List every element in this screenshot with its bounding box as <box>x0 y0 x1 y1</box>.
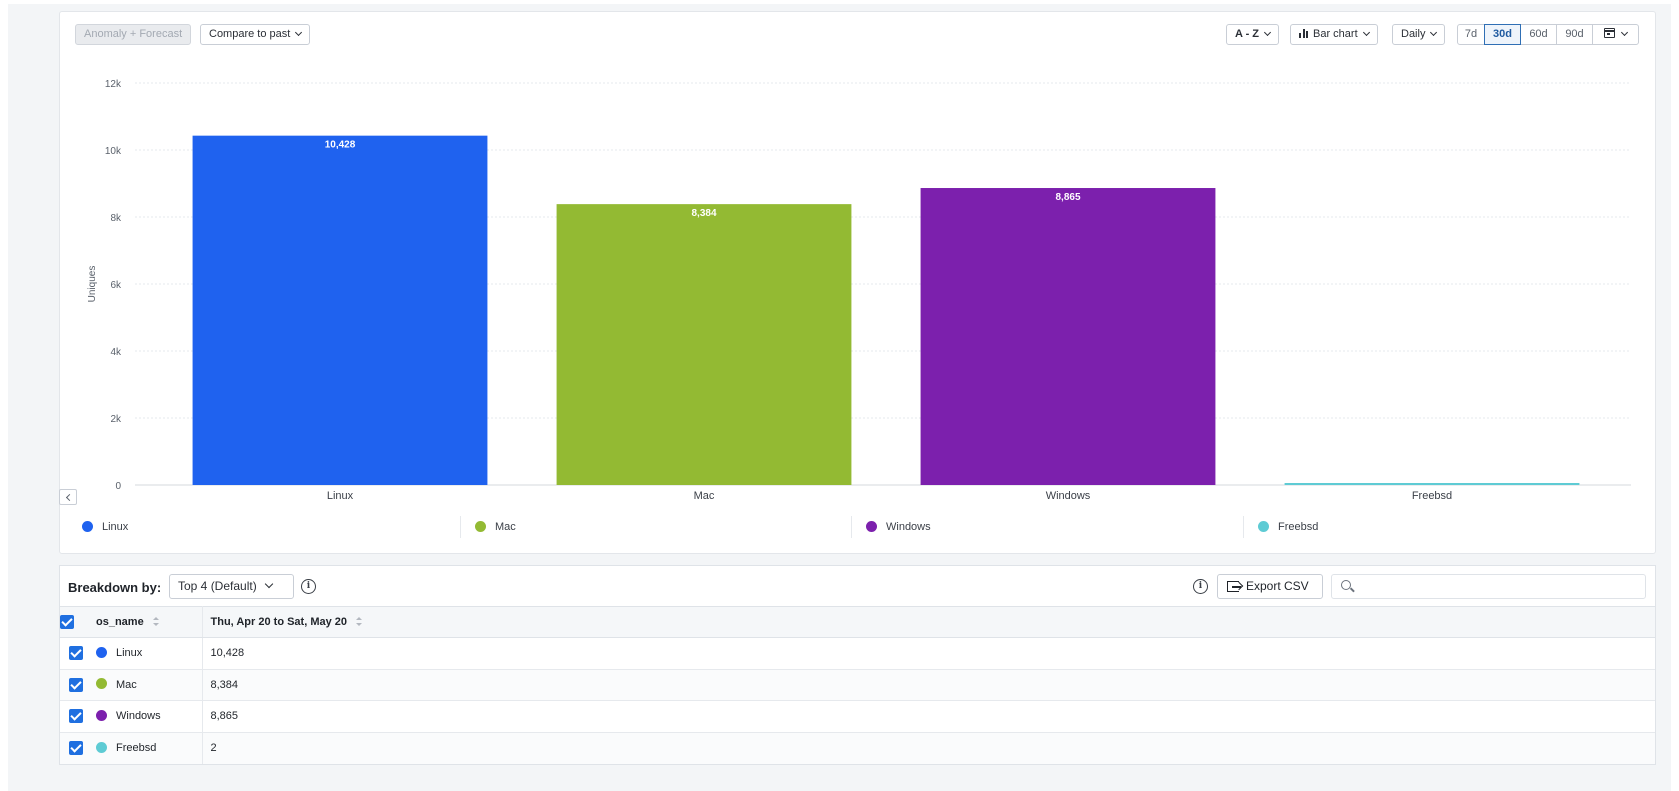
sort-icon[interactable] <box>355 617 363 626</box>
info-icon[interactable]: i <box>301 579 316 594</box>
bar-windows[interactable] <box>920 188 1216 485</box>
legend-item-mac[interactable]: Mac <box>475 520 516 534</box>
x-tick-label: Mac <box>694 490 715 502</box>
bar-mac[interactable] <box>556 204 852 486</box>
bar-data-label: 8,865 <box>1055 192 1080 203</box>
search-icon <box>1341 580 1351 590</box>
row-checkbox[interactable] <box>69 709 83 724</box>
series-color-dot <box>96 709 107 721</box>
os-name-text: Windows <box>116 710 161 723</box>
table-body: Linux 10,428 Mac 8,384 Windows 8,865 Freebsd 2 <box>60 637 1655 764</box>
collapse-legend-button[interactable] <box>59 489 77 505</box>
os-name-text: Linux <box>116 647 143 660</box>
os-name-text: Mac <box>116 678 137 691</box>
info-icon[interactable]: i <box>1193 579 1208 594</box>
bar-data-label: 8,384 <box>691 208 716 219</box>
breakdown-select[interactable]: Top 4 (Default) <box>169 574 294 599</box>
column-header-label: os_name <box>96 616 144 628</box>
legend-item-freebsd[interactable]: Freebsd <box>1258 520 1318 534</box>
table-header-row: os_name Thu, Apr 20 to Sat, May 20 <box>60 606 1655 638</box>
series-color-dot <box>96 678 107 690</box>
export-csv-button[interactable]: Export CSV <box>1217 574 1323 599</box>
y-tick-label: 10k <box>105 146 122 157</box>
row-checkbox[interactable] <box>69 677 83 692</box>
legend-label: Mac <box>495 521 516 533</box>
row-checkbox-cell <box>60 669 92 701</box>
os-name-cell: Freebsd <box>92 732 203 764</box>
chart-bars: 10,428 8,384 8,865 <box>192 135 1580 486</box>
column-header-label: Thu, Apr 20 to Sat, May 20 <box>210 616 348 628</box>
search-input[interactable] <box>1358 578 1638 596</box>
bar-linux[interactable] <box>192 135 488 486</box>
x-axis-ticks: Linux Mac Windows Freebsd <box>327 490 1452 502</box>
y-axis-ticks: 0 2k 4k 6k 8k 10k 12k <box>105 79 122 492</box>
table-row[interactable]: Mac 8,384 <box>60 669 1655 701</box>
legend-label: Linux <box>102 521 129 533</box>
bar-data-label: 10,428 <box>325 140 356 151</box>
bar-freebsd[interactable] <box>1284 483 1580 485</box>
legend-divider <box>1243 516 1244 538</box>
export-arrow-icon <box>1232 586 1241 588</box>
legend-swatch <box>1258 520 1269 532</box>
x-tick-label: Freebsd <box>1412 490 1452 502</box>
legend-item-windows[interactable]: Windows <box>866 520 931 534</box>
legend-swatch <box>475 520 486 532</box>
x-tick-label: Windows <box>1046 490 1091 502</box>
y-tick-label: 4k <box>110 347 122 358</box>
series-color-dot <box>96 741 107 753</box>
range-30d-label: 30d <box>1493 28 1512 40</box>
y-tick-label: 12k <box>105 79 122 90</box>
bar-chart: 0 2k 4k 6k 8k 10k 12k Uniques 10,428 8,384 8,865… <box>87 79 1631 502</box>
row-checkbox-cell <box>60 732 92 764</box>
os-name-cell: Windows <box>92 700 203 733</box>
os-name-cell: Linux <box>92 637 203 670</box>
table-row[interactable]: Freebsd 2 <box>60 732 1655 764</box>
value-cell: 8,384 <box>202 669 1655 701</box>
legend-item-linux[interactable]: Linux <box>82 520 128 534</box>
y-tick-label: 8k <box>110 213 122 224</box>
os-name-text: Freebsd <box>116 742 157 754</box>
row-checkbox-cell <box>60 637 92 670</box>
row-checkbox[interactable] <box>69 741 83 755</box>
value-cell: 2 <box>210 742 217 754</box>
y-tick-label: 0 <box>115 481 121 492</box>
series-color-dot <box>96 646 107 658</box>
y-axis-label: Uniques <box>87 266 98 303</box>
range-30d-button[interactable]: 30d <box>1484 24 1521 45</box>
legend-swatch <box>866 520 877 532</box>
column-header-os-name[interactable]: os_name <box>92 606 203 638</box>
breakdown-by-label: Breakdown by: <box>68 580 162 595</box>
column-header-date-range[interactable]: Thu, Apr 20 to Sat, May 20 <box>202 606 1655 638</box>
table-row[interactable]: Linux 10,428 <box>60 637 1655 670</box>
table-row[interactable]: Windows 8,865 <box>60 700 1655 733</box>
select-all-cell <box>60 606 92 638</box>
legend-label: Windows <box>886 521 931 533</box>
x-tick-label: Linux <box>327 490 354 502</box>
select-all-checkbox[interactable] <box>60 615 74 629</box>
breakdown-panel: Breakdown by: Top 4 (Default) i i Export… <box>59 565 1656 765</box>
os-name-cell: Mac <box>92 669 203 701</box>
export-csv-label: Export CSV <box>1246 579 1309 593</box>
breakdown-select-value: Top 4 (Default) <box>178 579 257 593</box>
sort-icon[interactable] <box>152 617 159 626</box>
value-cell: 10,428 <box>202 637 1655 670</box>
legend-divider <box>460 516 461 538</box>
legend-label: Freebsd <box>1278 521 1319 533</box>
breakdown-table: os_name Thu, Apr 20 to Sat, May 20 Linux… <box>60 606 1655 764</box>
row-checkbox[interactable] <box>69 646 83 661</box>
search-field[interactable] <box>1331 574 1646 599</box>
value-cell: 8,865 <box>202 700 1655 733</box>
chevron-down-icon <box>264 579 273 589</box>
legend-divider <box>851 516 852 538</box>
legend-swatch <box>82 520 93 532</box>
y-tick-label: 2k <box>110 414 122 425</box>
row-checkbox-cell <box>60 700 92 733</box>
y-tick-label: 6k <box>110 280 122 291</box>
